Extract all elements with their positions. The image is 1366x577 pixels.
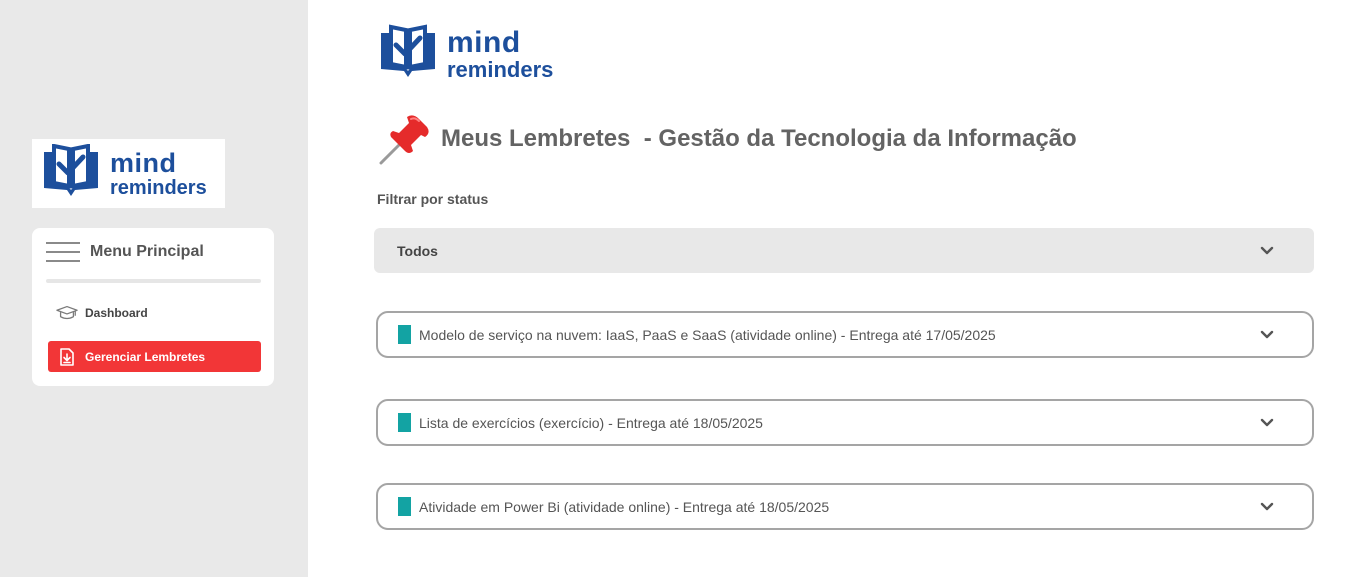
brand-line1: mind <box>110 147 177 178</box>
filter-label: Filtrar por status <box>377 191 489 207</box>
page-title: Meus Lembretes - Gestão da Tecnologia da… <box>441 125 1077 152</box>
chevron-down-icon[interactable] <box>1260 330 1274 339</box>
status-filter-value: Todos <box>397 242 438 259</box>
status-tag <box>398 497 411 516</box>
sidebar-item-gerenciar-lembretes[interactable]: Gerenciar Lembretes <box>48 341 261 372</box>
page-heading: Meus Lembretes - Gestão da Tecnologia da… <box>377 111 1077 167</box>
hamburger-icon[interactable] <box>46 242 80 262</box>
brand-wordmark: mind reminders <box>110 147 207 199</box>
book-check-icon <box>40 143 102 203</box>
sidebar-logo[interactable]: mind reminders <box>32 139 225 208</box>
sidebar-item-label: Gerenciar Lembretes <box>85 349 206 364</box>
reminder-item[interactable]: Lista de exercícios (exercício) - Entreg… <box>376 399 1314 446</box>
reminder-text: Atividade em Power Bi (atividade online)… <box>419 498 830 515</box>
sidebar-item-label: Dashboard <box>85 305 148 320</box>
sidebar: mind reminders Menu Principal Dashboard <box>0 0 308 577</box>
reminder-text: Lista de exercícios (exercício) - Entreg… <box>419 414 763 431</box>
status-tag <box>398 413 411 432</box>
status-filter-select[interactable]: Todos <box>374 228 1314 273</box>
pushpin-icon <box>377 111 433 167</box>
chevron-down-icon[interactable] <box>1260 418 1274 427</box>
brand-line2: reminders <box>447 57 554 82</box>
chevron-down-icon[interactable] <box>1260 502 1274 511</box>
brand-line1: mind <box>447 26 521 59</box>
menu-header: Menu Principal <box>46 242 204 262</box>
menu-divider <box>46 279 261 283</box>
reminder-text: Modelo de serviço na nuvem: IaaS, PaaS e… <box>419 326 996 343</box>
reminder-item[interactable]: Modelo de serviço na nuvem: IaaS, PaaS e… <box>376 311 1314 358</box>
menu-title: Menu Principal <box>90 243 204 260</box>
sidebar-item-dashboard[interactable]: Dashboard <box>48 297 261 328</box>
main-menu-card: Menu Principal Dashboard Gerenciar Lembr… <box>32 228 274 386</box>
download-file-icon <box>56 347 78 366</box>
brand-wordmark: mind reminders <box>447 28 553 81</box>
header-logo[interactable]: mind reminders <box>377 24 553 85</box>
book-check-icon <box>377 24 439 85</box>
brand-line2: reminders <box>110 176 207 199</box>
graduation-cap-icon <box>56 304 78 322</box>
status-tag <box>398 325 411 344</box>
reminder-item[interactable]: Atividade em Power Bi (atividade online)… <box>376 483 1314 530</box>
chevron-down-icon <box>1260 246 1274 255</box>
